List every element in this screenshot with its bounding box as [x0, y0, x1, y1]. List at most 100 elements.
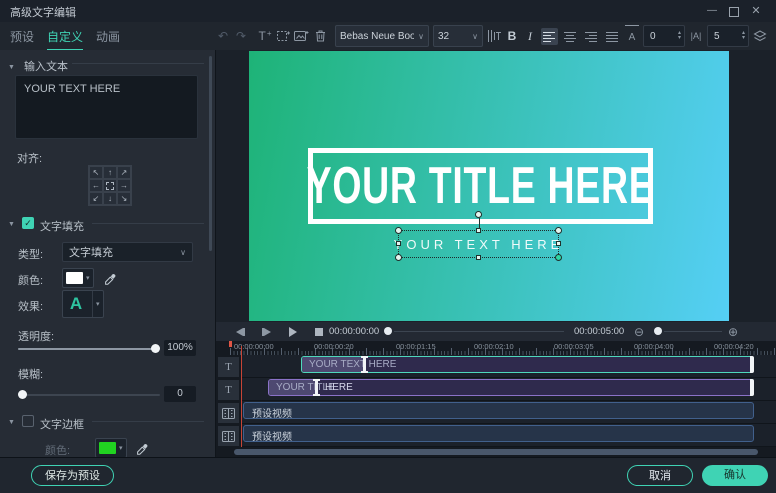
align-bottom-left[interactable]: ↙ [89, 192, 103, 205]
collapse-icon[interactable]: ▼ [8, 419, 15, 426]
align-bottom-right[interactable]: ↘ [117, 192, 131, 205]
trim-handle[interactable] [363, 356, 366, 373]
rotate-handle[interactable] [475, 211, 482, 218]
font-family-select[interactable]: Bebas Neue Book ∨ [335, 25, 429, 47]
line-spacing-stepper[interactable]: 5 ▴▾ [707, 25, 749, 47]
zoom-in-icon[interactable]: ⊕ [728, 322, 738, 341]
divider [92, 421, 204, 422]
zoom-out-icon[interactable]: ⊖ [634, 322, 644, 341]
opacity-slider-thumb[interactable] [151, 344, 160, 353]
previous-frame-button[interactable] [236, 322, 245, 341]
char-spacing-stepper[interactable]: 0 ▴▾ [643, 25, 685, 47]
stepper-arrows[interactable]: ▴▾ [678, 31, 684, 41]
minimize-icon[interactable]: — [704, 3, 720, 19]
save-as-preset-button[interactable]: 保存为预设 [31, 465, 114, 486]
text-track-icon[interactable]: T [218, 380, 239, 400]
font-size-select[interactable]: 32 ∨ [433, 25, 483, 47]
clip-end-handle[interactable] [750, 379, 754, 396]
resize-handle-right[interactable] [556, 241, 561, 246]
zoom-slider-track[interactable] [664, 331, 722, 332]
align-justify-icon[interactable] [604, 28, 621, 45]
resize-handle-top[interactable] [476, 228, 481, 233]
eyedropper-icon[interactable] [103, 269, 117, 289]
undo-icon[interactable]: ↶ [216, 26, 230, 46]
tab-animation[interactable]: 动画 [96, 28, 120, 45]
blur-slider-thumb[interactable] [18, 390, 27, 399]
vertical-text-icon[interactable] [487, 26, 501, 46]
eyedropper-icon[interactable] [135, 439, 149, 459]
track-row-4: 预设视频 [241, 424, 776, 447]
panel-scrollbar[interactable] [209, 56, 212, 251]
playhead-line[interactable] [241, 346, 242, 447]
blur-slider[interactable] [18, 390, 160, 399]
confirm-button[interactable]: 确认 [702, 465, 768, 486]
resize-handle-bottom[interactable] [476, 255, 481, 260]
line-spacing-value: 5 [708, 31, 742, 42]
trim-handle[interactable] [315, 379, 318, 396]
video-clip-1[interactable]: 预设视频 [243, 402, 754, 419]
chevron-down-icon: ∨ [472, 32, 478, 41]
timeline-scrollbar[interactable] [234, 449, 758, 455]
delete-icon[interactable] [313, 26, 327, 46]
video-clip-2[interactable]: 预设视频 [243, 425, 754, 442]
progress-thumb[interactable] [384, 327, 392, 335]
text-border-section-title: 文字边框 [40, 416, 84, 432]
text-border-section-header[interactable]: ▼ [8, 416, 21, 428]
input-text-section-header[interactable]: ▼ 输入文本 [8, 58, 68, 74]
text-clip-2[interactable]: YOUR TITLE HERE [268, 379, 754, 396]
text-track-icon[interactable]: T [218, 357, 239, 377]
align-top[interactable]: ↑ [103, 166, 117, 179]
add-box-icon[interactable] [276, 26, 290, 46]
text-fill-checkbox[interactable]: ✓ [22, 217, 34, 229]
maximize-icon[interactable] [726, 3, 742, 19]
stepper-arrows[interactable]: ▴▾ [742, 31, 748, 41]
fill-type-select[interactable]: 文字填充 ∨ [62, 242, 193, 262]
fill-color-picker[interactable]: ▾ [62, 268, 94, 288]
layers-icon[interactable] [753, 26, 767, 46]
redo-icon[interactable]: ↷ [234, 26, 248, 46]
play-button[interactable] [289, 322, 297, 341]
swatch-dropdown-icon: ▾ [86, 274, 90, 282]
italic-button[interactable]: I [523, 26, 537, 46]
video-track-icon[interactable] [218, 403, 239, 423]
align-top-left[interactable]: ↖ [89, 166, 103, 179]
align-top-right[interactable]: ↗ [117, 166, 131, 179]
tab-preset[interactable]: 预设 [10, 28, 34, 45]
playhead-marker[interactable] [229, 341, 232, 347]
resize-handle-bl[interactable] [395, 254, 402, 261]
video-track-icon[interactable] [218, 426, 239, 446]
border-color-picker[interactable]: ▾ [95, 438, 127, 458]
align-left-icon[interactable] [541, 28, 558, 45]
stop-button[interactable] [315, 322, 323, 341]
align-center-icon[interactable] [562, 28, 579, 45]
text-input[interactable] [15, 75, 198, 139]
resize-handle-tl[interactable] [395, 227, 402, 234]
selected-text-box[interactable]: YOUR TEXT HERE [398, 230, 559, 258]
align-bottom[interactable]: ↓ [103, 192, 117, 205]
resize-handle-br[interactable] [555, 254, 562, 261]
preview-canvas[interactable]: YOUR TITLE HERE YOUR TEXT HERE [249, 51, 729, 321]
resize-handle-left[interactable] [396, 241, 401, 246]
align-left[interactable]: ← [89, 179, 103, 192]
cancel-button[interactable]: 取消 [627, 465, 693, 486]
align-center[interactable] [103, 179, 117, 192]
opacity-slider[interactable] [18, 344, 160, 353]
close-icon[interactable]: ✕ [748, 3, 764, 19]
next-frame-button[interactable] [262, 322, 271, 341]
clip-end-handle[interactable] [750, 356, 754, 373]
resize-handle-tr[interactable] [555, 227, 562, 234]
bold-button[interactable]: B [505, 26, 519, 46]
collapse-icon[interactable]: ▼ [8, 221, 15, 228]
collapse-icon[interactable]: ▼ [8, 64, 15, 71]
effect-picker[interactable]: A ▾ [62, 290, 104, 318]
text-border-checkbox[interactable] [22, 415, 34, 427]
add-text-icon[interactable]: T+ [258, 26, 272, 46]
text-clip-1[interactable]: YOUR TEXT HERE [301, 356, 754, 373]
align-right[interactable]: → [117, 179, 131, 192]
tab-custom[interactable]: 自定义 [47, 28, 83, 45]
progress-track[interactable] [394, 331, 564, 332]
text-fill-section-header[interactable]: ▼ [8, 218, 21, 230]
zoom-slider-thumb[interactable] [654, 327, 662, 335]
align-right-icon[interactable] [583, 28, 600, 45]
add-image-icon[interactable] [294, 26, 309, 46]
